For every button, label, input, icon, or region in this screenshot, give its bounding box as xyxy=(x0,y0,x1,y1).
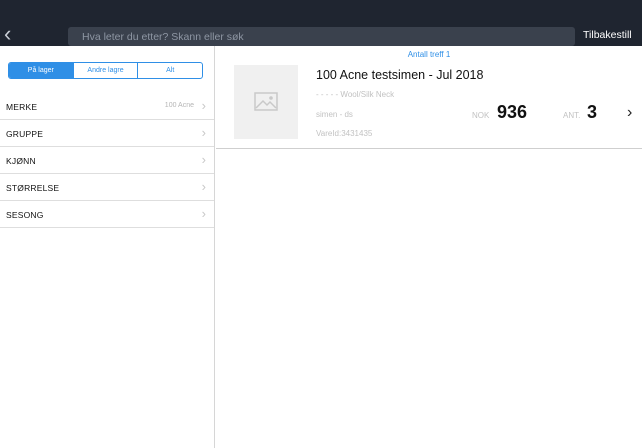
back-chevron-icon[interactable]: ‹ xyxy=(4,23,18,45)
product-quantity: 3 xyxy=(587,102,598,122)
filter-row-group[interactable]: GRUPPE › xyxy=(0,120,214,147)
stock-segmented-control: På lager Andre lagre Alt xyxy=(8,62,203,79)
chevron-right-icon: › xyxy=(201,206,206,221)
hit-count: Antall treff 1 xyxy=(407,50,451,59)
segment-all[interactable]: Alt xyxy=(137,63,202,78)
filter-row-size[interactable]: STØRRELSE › xyxy=(0,174,214,201)
search-field[interactable] xyxy=(68,27,575,47)
filter-list: MERKE 100 Acne › GRUPPE › KJØNN › STØRRE… xyxy=(0,93,214,228)
product-price: 936 xyxy=(497,102,528,122)
search-input[interactable] xyxy=(68,27,575,47)
filter-row-gender[interactable]: KJØNN › xyxy=(0,147,214,174)
chevron-right-icon: › xyxy=(201,98,206,113)
filter-sidebar: På lager Andre lagre Alt MERKE 100 Acne … xyxy=(0,46,215,448)
product-image-placeholder xyxy=(234,65,298,139)
filter-value: 100 Acne xyxy=(164,102,194,109)
chevron-right-icon: › xyxy=(201,179,206,194)
product-name: 100 Acne testsimen - Jul 2018 xyxy=(316,68,484,82)
filter-row-season[interactable]: SESONG › xyxy=(0,201,214,228)
results-panel: Antall treff 1 100 Acne testsimen - Jul … xyxy=(216,46,642,448)
chevron-right-icon: › xyxy=(201,125,206,140)
product-description: - - - - - Wool/Silk Neck xyxy=(316,90,395,99)
reset-button[interactable]: Tilbakestill xyxy=(583,29,632,41)
filter-label: MERKE xyxy=(6,102,38,112)
chevron-right-icon[interactable]: › xyxy=(627,104,632,122)
segment-other-stores[interactable]: Andre lagre xyxy=(72,63,138,78)
filter-row-brand[interactable]: MERKE 100 Acne › xyxy=(0,93,214,120)
quantity-label: ANT. xyxy=(563,111,581,120)
filter-label: STØRRELSE xyxy=(6,183,60,193)
chevron-right-icon: › xyxy=(201,152,206,167)
price-currency-label: NOK xyxy=(472,111,490,120)
filter-label: KJØNN xyxy=(6,156,36,166)
segment-on-stock[interactable]: På lager xyxy=(9,63,73,78)
filter-label: SESONG xyxy=(6,210,44,220)
image-placeholder-icon xyxy=(254,92,278,111)
filter-label: GRUPPE xyxy=(6,129,44,139)
product-brand-line: simen - ds xyxy=(316,110,353,119)
top-bar: ‹ Tilbakestill xyxy=(0,0,642,47)
product-item-id: VareId:3431435 xyxy=(316,129,373,138)
product-row[interactable]: 100 Acne testsimen - Jul 2018 - - - - - … xyxy=(216,60,642,149)
